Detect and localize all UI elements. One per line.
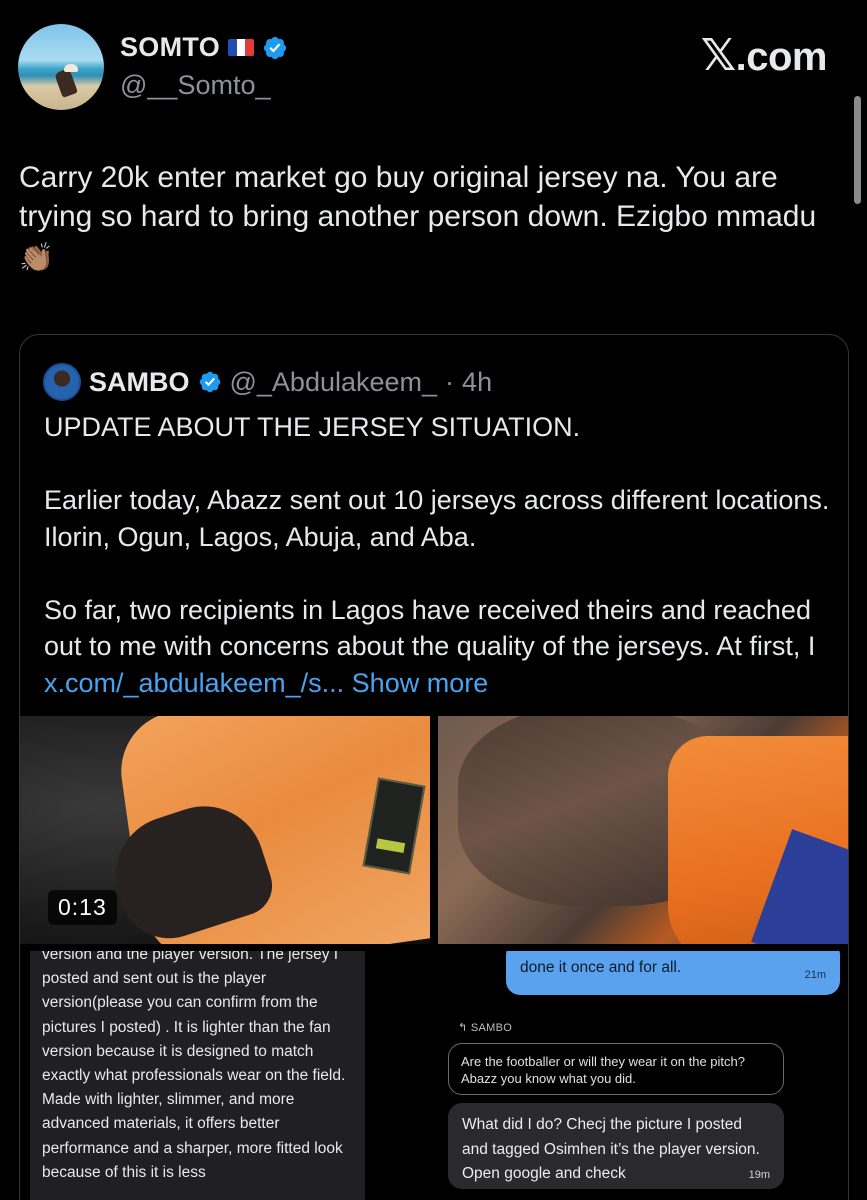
x-logo-icon: 𝕏 xyxy=(700,31,736,80)
screenshot-text-image[interactable]: version and the player version. The jers… xyxy=(30,951,365,1200)
avatar-hat xyxy=(64,64,78,72)
reply-label: ↰ SAMBO xyxy=(458,1022,513,1034)
quoted-paragraph: So far, two recipients in Lagos have rec… xyxy=(44,592,834,702)
tweet-body: Carry 20k enter market go buy original j… xyxy=(19,161,817,233)
show-more-link[interactable]: Show more xyxy=(352,668,489,698)
photo-thumbnail[interactable] xyxy=(438,716,848,944)
chat-bubble-text: What did I do? Checj the picture I poste… xyxy=(462,1116,760,1182)
scrollbar[interactable] xyxy=(854,96,861,204)
quoted-author-avatar[interactable] xyxy=(43,363,81,401)
verified-badge-icon xyxy=(199,371,220,393)
quoted-paragraph: UPDATE ABOUT THE JERSEY SITUATION. xyxy=(44,412,581,442)
quoted-tweet-text: UPDATE ABOUT THE JERSEY SITUATION. Earli… xyxy=(44,409,834,701)
quoted-author-display-name[interactable]: SAMBO xyxy=(89,367,190,398)
x-logo-text: .com xyxy=(735,35,828,79)
screenshot-text: version and the player version. The jers… xyxy=(42,951,346,1181)
chat-bubble-time: 19m xyxy=(748,1169,770,1181)
video-duration-badge: 0:13 xyxy=(48,890,117,925)
author-display-name[interactable]: SOMTO xyxy=(120,32,220,63)
author-avatar[interactable] xyxy=(18,24,104,110)
x-logo: 𝕏.com xyxy=(700,30,828,81)
quoted-tweet[interactable]: SAMBO @_Abdulakeem_ · 4h UPDATE ABOUT TH… xyxy=(19,334,849,1200)
chat-bubble-time: 21m xyxy=(804,969,826,981)
quoted-author-handle[interactable]: @_Abdulakeem_ xyxy=(230,367,438,398)
avatar-person xyxy=(54,68,78,98)
quoted-link[interactable]: x.com/_abdulakeem_/s... xyxy=(44,668,344,698)
quoted-paragraph: Earlier today, Abazz sent out 10 jerseys… xyxy=(44,485,830,552)
screenshot-chat-image[interactable]: done it once and for all. 21m ↰ SAMBO Ar… xyxy=(438,951,848,1200)
video-thumbnail[interactable]: 0:13 xyxy=(20,716,430,944)
chat-bubble-text: done it once and for all. xyxy=(520,959,682,976)
chat-bubble-text: Are the footballer or will they wear it … xyxy=(461,1054,745,1086)
verified-badge-icon xyxy=(263,36,287,59)
chat-bubble-replied: Are the footballer or will they wear it … xyxy=(448,1043,784,1095)
tweet-header: SOMTO @__Somto_ 𝕏.com xyxy=(0,0,867,130)
france-flag-icon xyxy=(228,39,255,56)
quoted-tweet-time[interactable]: 4h xyxy=(462,367,492,398)
chat-bubble-reply: What did I do? Checj the picture I poste… xyxy=(448,1103,784,1189)
quoted-paragraph-text: So far, two recipients in Lagos have rec… xyxy=(44,594,816,662)
clapping-hands-emoji: 👏🏽 xyxy=(19,242,54,273)
author-name-row: SOMTO xyxy=(120,32,288,63)
dot-separator: · xyxy=(445,366,455,397)
chat-bubble-sent: done it once and for all. 21m xyxy=(506,951,840,995)
tweet-text: Carry 20k enter market go buy original j… xyxy=(19,158,849,277)
quoted-tweet-header: SAMBO @_Abdulakeem_ · 4h xyxy=(43,363,492,401)
author-handle[interactable]: @__Somto_ xyxy=(120,70,271,101)
